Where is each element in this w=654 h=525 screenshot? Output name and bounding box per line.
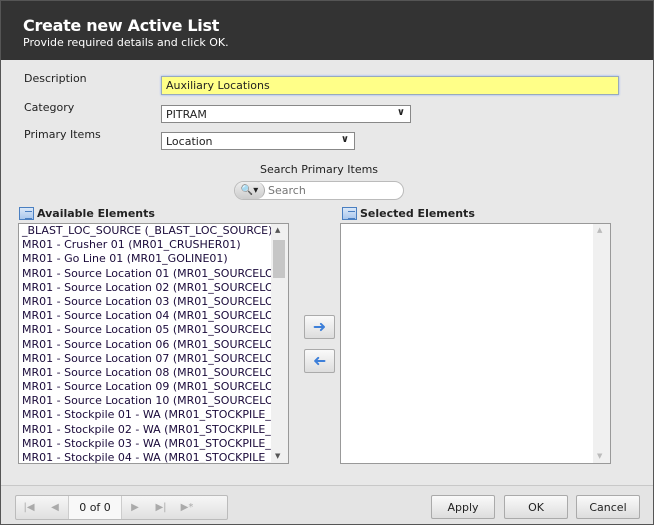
scrollbar[interactable]: ▲ ▼ [271, 224, 288, 463]
description-label: Description [24, 72, 87, 85]
list-item[interactable]: MR01 - Source Location 02 (MR01_SOURCELO… [19, 281, 271, 295]
selected-elements-title: Selected Elements [342, 207, 475, 220]
list-item[interactable]: MR01 - Source Location 09 (MR01_SOURCELO… [19, 380, 271, 394]
list-icon [19, 207, 34, 220]
scroll-down-icon[interactable]: ▼ [597, 452, 602, 460]
primary-items-value: Location [166, 135, 213, 148]
search-input[interactable] [268, 184, 398, 197]
arrow-right-icon: ➜ [312, 317, 327, 336]
add-to-selected-button[interactable]: ➜ [304, 315, 335, 339]
selected-elements-label: Selected Elements [360, 207, 475, 220]
selected-elements-list[interactable]: ▲ ▼ [340, 223, 611, 464]
dialog-footer: |◀ ◀ 0 of 0 ▶ ▶| ▶* Apply OK Cancel [1, 485, 653, 524]
list-item[interactable]: MR01 - Source Location 10 (MR01_SOURCELO… [19, 394, 271, 408]
list-item[interactable]: MR01 - Stockpile 04 - WA (MR01_STOCKPILE… [19, 451, 271, 463]
page-count: 0 of 0 [68, 496, 122, 519]
available-elements-list[interactable]: _BLAST_LOC_SOURCE (_BLAST_LOC_SOURCE) MR0… [18, 223, 289, 464]
list-item[interactable]: MR01 - Stockpile 03 - WA (MR01_STOCKPILE… [19, 437, 271, 451]
list-item[interactable]: MR01 - Source Location 03 (MR01_SOURCELO… [19, 295, 271, 309]
list-icon [342, 207, 357, 220]
list-item[interactable]: MR01 - Source Location 08 (MR01_SOURCELO… [19, 366, 271, 380]
list-item[interactable]: MR01 - Crusher 01 (MR01_CRUSHER01) [19, 238, 271, 252]
ok-button[interactable]: OK [504, 495, 568, 519]
primary-items-label: Primary Items [24, 128, 101, 141]
search-box: 🔍▾ [234, 181, 404, 200]
prev-page-icon[interactable]: ◀ [42, 502, 68, 513]
scroll-down-icon[interactable]: ▼ [275, 452, 280, 460]
apply-button[interactable]: Apply [431, 495, 495, 519]
list-item[interactable]: MR01 - Source Location 05 (MR01_SOURCELO… [19, 323, 271, 337]
scroll-up-icon[interactable]: ▲ [597, 226, 602, 234]
search-icon: 🔍▾ [240, 185, 259, 196]
category-value: PITRAM [166, 108, 207, 121]
dialog-subtitle: Provide required details and click OK. [23, 36, 229, 49]
chevron-down-icon: ∨ [396, 107, 405, 118]
cancel-button[interactable]: Cancel [576, 495, 640, 519]
list-item[interactable]: MR01 - Source Location 01 (MR01_SOURCELO… [19, 267, 271, 281]
scroll-up-icon[interactable]: ▲ [275, 226, 280, 234]
scrollbar[interactable]: ▲ ▼ [593, 224, 610, 463]
list-item[interactable]: _BLAST_LOC_SOURCE (_BLAST_LOC_SOURCE) [19, 224, 271, 238]
arrow-left-icon: ➜ [312, 351, 327, 370]
available-elements-label: Available Elements [37, 207, 155, 220]
list-item[interactable]: MR01 - Go Line 01 (MR01_GOLINE01) [19, 252, 271, 266]
list-item[interactable]: MR01 - Source Location 06 (MR01_SOURCELO… [19, 338, 271, 352]
last-page-icon[interactable]: ▶| [148, 502, 174, 513]
available-items: _BLAST_LOC_SOURCE (_BLAST_LOC_SOURCE) MR0… [19, 224, 288, 463]
chevron-down-icon: ∨ [340, 134, 349, 145]
new-record-icon[interactable]: ▶* [174, 502, 200, 513]
pager: |◀ ◀ 0 of 0 ▶ ▶| ▶* [15, 495, 228, 520]
scrollbar-thumb[interactable] [273, 240, 285, 278]
category-label: Category [24, 101, 75, 114]
remove-from-selected-button[interactable]: ➜ [304, 349, 335, 373]
available-elements-title: Available Elements [19, 207, 155, 220]
list-item[interactable]: MR01 - Source Location 07 (MR01_SOURCELO… [19, 352, 271, 366]
search-label: Search Primary Items [259, 163, 379, 176]
list-item[interactable]: MR01 - Stockpile 01 - WA (MR01_STOCKPILE… [19, 408, 271, 422]
first-page-icon[interactable]: |◀ [16, 502, 42, 513]
dialog-title: Create new Active List [23, 16, 220, 35]
dialog-header: Create new Active List Provide required … [1, 1, 653, 60]
primary-items-select[interactable]: Location ∨ [161, 132, 355, 150]
search-options-button[interactable]: 🔍▾ [235, 182, 265, 199]
dialog: Create new Active List Provide required … [0, 0, 654, 525]
description-input[interactable]: Auxiliary Locations [161, 76, 619, 95]
list-item[interactable]: MR01 - Stockpile 02 - WA (MR01_STOCKPILE… [19, 423, 271, 437]
list-item[interactable]: MR01 - Source Location 04 (MR01_SOURCELO… [19, 309, 271, 323]
next-page-icon[interactable]: ▶ [122, 502, 148, 513]
category-select[interactable]: PITRAM ∨ [161, 105, 411, 123]
